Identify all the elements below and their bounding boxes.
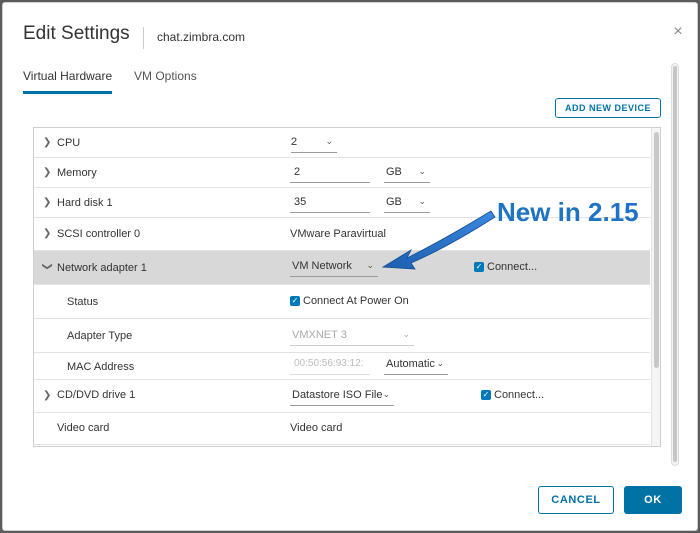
chevron-right-icon[interactable]: ❯: [43, 390, 51, 401]
callout-text: New in 2.15: [497, 197, 639, 227]
chevron-right-icon[interactable]: ❯: [43, 137, 51, 148]
cancel-button[interactable]: CANCEL: [538, 486, 614, 514]
chevron-right-icon[interactable]: ❯: [43, 197, 51, 208]
chevron-down-icon: ⌄: [325, 136, 333, 146]
video-card-value: Video card: [290, 422, 343, 434]
network-value: VM Network: [292, 260, 352, 272]
mac-mode-value: Automatic: [386, 358, 435, 370]
memory-input[interactable]: 2: [290, 166, 370, 183]
network-adapter-label: Network adapter 1: [57, 262, 147, 274]
hardware-grid: ❯ CPU 2 ⌄ ❯ Memory 2 GB ⌄ ❯ Hard disk 1 …: [33, 127, 661, 447]
scsi-controller-value: VMware Paravirtual: [290, 228, 386, 240]
close-icon[interactable]: ×: [669, 23, 687, 41]
cpu-select[interactable]: 2 ⌄: [291, 136, 337, 153]
connect-at-power-on-checkbox[interactable]: ✓: [290, 296, 300, 306]
tab-virtual-hardware[interactable]: Virtual Hardware: [23, 69, 113, 94]
adapter-type-row: Adapter Type VMXNET 3 ⌄: [34, 319, 650, 353]
hardware-row-memory[interactable]: ❯ Memory 2 GB ⌄: [34, 158, 650, 188]
hardware-row-cd-dvd[interactable]: ❯ CD/DVD drive 1 Datastore ISO File ⌄ ✓ …: [34, 380, 650, 413]
tab-vm-options[interactable]: VM Options: [134, 69, 197, 91]
callout-arrow-icon: [381, 210, 496, 270]
adapter-type-label: Adapter Type: [67, 330, 133, 342]
cd-dvd-label: CD/DVD drive 1: [57, 389, 136, 401]
chevron-down-icon[interactable]: ❯: [42, 262, 53, 270]
chevron-down-icon: ⌄: [402, 329, 410, 339]
add-new-device-button[interactable]: ADD NEW DEVICE: [555, 98, 661, 118]
network-select[interactable]: VM Network ⌄: [290, 260, 378, 277]
memory-unit-value: GB: [386, 166, 402, 178]
chevron-down-icon: ⌄: [418, 166, 426, 176]
network-status-row: Status ✓ Connect At Power On: [34, 285, 650, 319]
hard-disk-label: Hard disk 1: [57, 197, 113, 209]
connect-at-power-on-label: Connect At Power On: [303, 295, 409, 307]
hardware-row-cpu[interactable]: ❯ CPU 2 ⌄: [34, 128, 650, 158]
dialog-subtitle: chat.zimbra.com: [157, 30, 246, 44]
ok-button[interactable]: OK: [624, 486, 682, 514]
chevron-right-icon[interactable]: ❯: [43, 167, 51, 178]
mac-address-label: MAC Address: [67, 361, 135, 373]
cd-dvd-value: Datastore ISO File: [292, 389, 383, 401]
grid-scrollbar[interactable]: [651, 128, 660, 446]
chevron-down-icon: ⌄: [436, 358, 444, 368]
edit-settings-dialog: Edit Settings chat.zimbra.com × Virtual …: [2, 2, 698, 531]
memory-label: Memory: [57, 167, 97, 179]
chevron-down-icon: ⌄: [382, 389, 390, 399]
dialog-title: Edit Settings: [23, 23, 130, 44]
title-divider: [143, 27, 144, 49]
hard-disk-input[interactable]: 35: [290, 196, 370, 213]
memory-unit-select[interactable]: GB ⌄: [384, 166, 430, 183]
dialog-scrollbar[interactable]: [671, 63, 679, 466]
cd-dvd-connect-checkbox[interactable]: ✓: [481, 390, 491, 400]
mac-mode-select[interactable]: Automatic ⌄: [384, 358, 448, 375]
dialog-scrollbar-thumb[interactable]: [673, 66, 677, 462]
adapter-type-select[interactable]: VMXNET 3 ⌄: [290, 329, 414, 346]
mac-address-input[interactable]: 00:50:56:93:12:: [290, 358, 370, 375]
status-label: Status: [67, 296, 99, 308]
scsi-controller-label: SCSI controller 0: [57, 228, 141, 240]
cpu-label: CPU: [57, 137, 81, 149]
chevron-right-icon[interactable]: ❯: [43, 228, 51, 239]
cpu-value: 2: [291, 136, 298, 148]
hardware-row-network-adapter[interactable]: ❯ Network adapter 1 VM Network ⌄ ✓ Conne…: [34, 251, 650, 285]
grid-scrollbar-thumb[interactable]: [654, 132, 659, 368]
mac-address-row: MAC Address 00:50:56:93:12: Automatic ⌄: [34, 353, 650, 380]
video-card-label: Video card: [57, 422, 110, 434]
cd-dvd-connect-label: Connect...: [494, 389, 545, 401]
cd-dvd-select[interactable]: Datastore ISO File ⌄: [290, 389, 394, 406]
adapter-type-value: VMXNET 3: [292, 329, 347, 341]
hardware-row-video-card[interactable]: Video card Video card: [34, 413, 650, 445]
